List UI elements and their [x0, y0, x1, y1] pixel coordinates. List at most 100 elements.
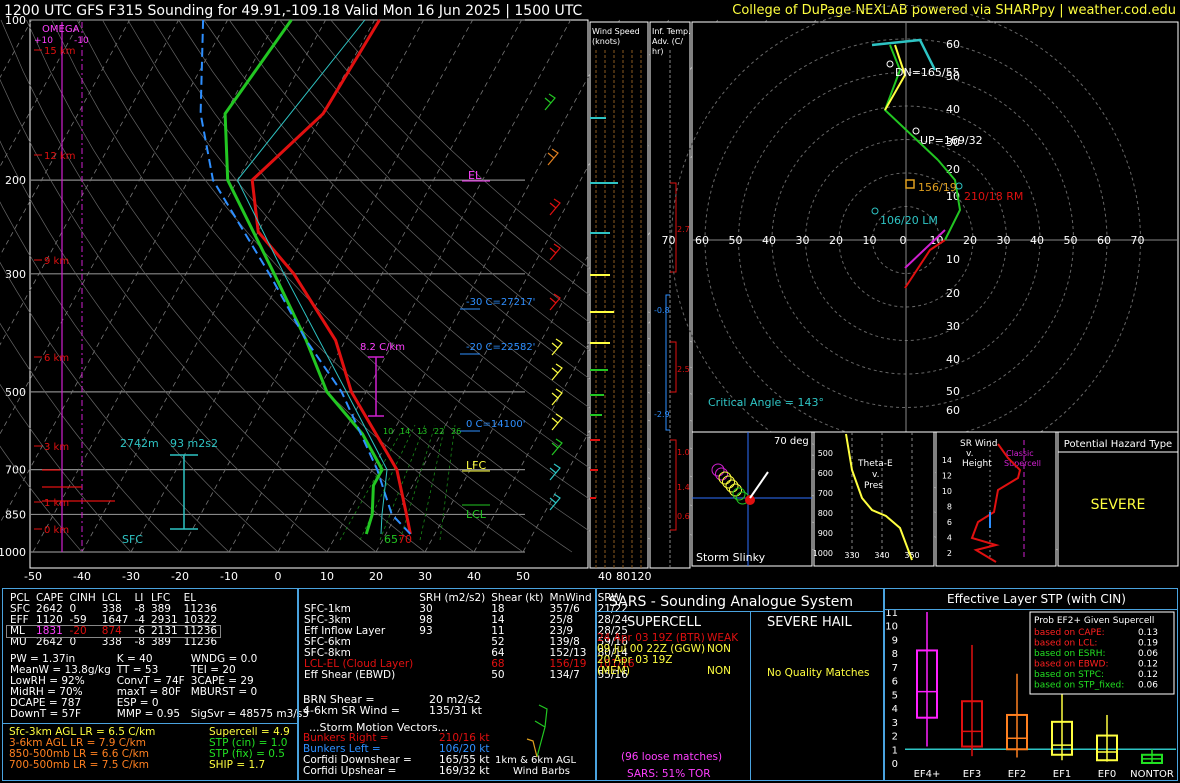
- table-header: SRH (m2/s2) Shear (kt) MnWind SRW: [301, 593, 638, 604]
- hodo-y-tick: 30: [946, 320, 960, 333]
- mixing-ratio-label: 13: [417, 427, 427, 436]
- dry-adiabat: [0, 261, 230, 553]
- hodo-x-tick: 20: [963, 234, 977, 247]
- wind-speed-title: (knots): [592, 37, 620, 46]
- hodo-up-label: UP=169/32: [920, 134, 983, 147]
- theta-e-title: v.: [872, 470, 880, 480]
- stp-title: Effective Layer STP (with CIN): [947, 592, 1126, 606]
- temp-adv-title: hr): [652, 47, 663, 56]
- slinky-angle: 70 deg: [774, 436, 809, 447]
- pressure-tick: 850: [5, 508, 26, 521]
- height-label: 3 km: [44, 442, 69, 453]
- hodo-y-tick: 20: [946, 287, 960, 300]
- table-cell: 0: [69, 636, 77, 648]
- hodo-dn-label: DN=165/55: [895, 66, 960, 79]
- hazard-title: Potential Hazard Type: [1064, 439, 1172, 450]
- wind-speed-title: Wind Speed: [592, 27, 640, 36]
- wind-barb: [551, 338, 563, 356]
- hodo-mean-label: 156/19: [918, 181, 957, 194]
- table-row: DownT = 57F MMP = 0.95 SigSvr = 48575 m3/s…: [7, 709, 312, 720]
- table-cell: [416, 637, 488, 648]
- table-cell: 11236: [183, 636, 218, 648]
- lapse-label: 8.2 C/km: [360, 342, 405, 353]
- hodo-x-tick: 10: [863, 234, 877, 247]
- theta-e-y-tick: 800: [818, 509, 833, 518]
- hodo-x-tick: 30: [997, 234, 1011, 247]
- pressure-tick: 100: [5, 14, 26, 27]
- lcl-label: LCL: [466, 508, 487, 521]
- sars-match: 20 Apr 03 19Z (MEM) NON: [597, 655, 738, 677]
- dry-adiabat: [0, 19, 426, 553]
- wind-barb: [549, 293, 561, 311]
- isotherm-line: [228, 19, 522, 553]
- table-cell: MMP = 0.95: [116, 708, 181, 720]
- motion-vectors: Bunkers Right = 210/16 kt Bunkers Left = 10…: [303, 733, 489, 777]
- temp-adv-title: Adv. (C/: [652, 37, 683, 46]
- dry-adiabat: [0, 78, 377, 553]
- sounding-page: 1200 UTC GFS F315 Sounding for 49.91,-10…: [0, 0, 1180, 783]
- hodo-y-tick: 60: [946, 404, 960, 417]
- hodo-x-tick: 60: [1097, 234, 1111, 247]
- temp-tick: -50: [24, 570, 42, 583]
- wind-speed-tick: 80: [616, 570, 630, 583]
- hodo-x-tick: 30: [796, 234, 810, 247]
- isotherm-line: [0, 19, 228, 435]
- hodo-y-tick: 10: [946, 253, 960, 266]
- theta-e-x-tick: 340: [874, 551, 889, 560]
- temp-adv-label: 1.0: [677, 448, 690, 457]
- parcel-table: PCL CAPE CINH LCL LI LFC EL SFC 2642 0 338 -8 389 112…: [5, 593, 222, 648]
- sr-wind-tick: 14: [942, 456, 952, 465]
- temp-adv-label: -2.9: [654, 410, 670, 419]
- hodo-x-tick: 0: [900, 234, 907, 247]
- hodo-y-tick: 40: [946, 353, 960, 366]
- temp-adv-label: 1.4: [677, 483, 690, 492]
- temp-tick: -40: [73, 570, 91, 583]
- el-label: EL: [468, 169, 482, 182]
- wind-speed-tick: 120: [631, 570, 652, 583]
- theta-e-y-tick: 1000: [813, 549, 833, 558]
- table-cell: [416, 670, 488, 681]
- table-row: SFC-6km 52 139/8 59/16: [301, 637, 638, 648]
- lapse-rate-item: 700-500mb LR = 7.5 C/km: [9, 759, 149, 771]
- table-cell: DownT = 57F: [10, 708, 82, 720]
- hodo-x-tick: 50: [729, 234, 743, 247]
- sr-wind-title: SR Wind: [960, 439, 997, 449]
- sfc-t: 70: [398, 533, 412, 546]
- sars-supercell: SUPERCELL: [627, 615, 701, 630]
- stp-panel: Effective Layer STP (with CIN): [884, 588, 1178, 781]
- height-label: 1 km: [44, 498, 69, 509]
- sr-wind-tick: 2: [947, 549, 952, 558]
- theta-e-title: Theta-E: [857, 459, 893, 469]
- theta-e-y-tick: 700: [818, 489, 833, 498]
- parcel-panel: PCL CAPE CINH LCL LI LFC EL SFC 2642 0 338 -8 389 112…: [2, 588, 309, 781]
- lfc-label: LFC: [466, 459, 486, 472]
- omega-label: OMEGA: [42, 24, 80, 35]
- wind-speed-tick: 40: [598, 570, 612, 583]
- temp-adv-label: 2.5: [677, 365, 690, 374]
- wind-barb: [551, 363, 563, 381]
- indices-table: PW = 1.37in K = 40 WNDG = 0.0 MeanW = 13.8g…: [7, 654, 312, 720]
- sars-match-date: 20 Apr 03 19Z (MEM): [597, 654, 673, 677]
- wind-barb: [549, 198, 561, 216]
- table-cell: -8: [134, 636, 145, 648]
- motion-value: 169/32 kt: [439, 765, 490, 777]
- mixing-ratio-line: [419, 424, 446, 541]
- temp-adv-label: 2.7: [677, 225, 690, 234]
- mixing-ratio-label: 26: [451, 427, 461, 436]
- sars-panel: SARS - Sounding Analogue System SUPERCEL…: [596, 588, 884, 781]
- temp-tick: 10: [320, 570, 334, 583]
- sr-wind-title: Height: [962, 459, 992, 469]
- hodo-x-tick: 50: [1064, 234, 1078, 247]
- temp-tick: 50: [516, 570, 530, 583]
- temp-tick: 0: [275, 570, 282, 583]
- isotherm-label: 0 C=14100': [466, 419, 525, 430]
- srh-value: 93 m2s2: [170, 437, 218, 450]
- isotherm-label: -30 C=27217': [466, 297, 535, 308]
- height-label: 0 km: [44, 525, 69, 536]
- wind-barbs: [526, 704, 548, 758]
- table-cell: 389: [150, 636, 171, 648]
- mixing-ratio-label: 10: [383, 427, 393, 436]
- sr-wind-title: v.: [966, 449, 974, 459]
- table-cell: 93: [419, 625, 433, 637]
- isotherm-line: [277, 19, 571, 553]
